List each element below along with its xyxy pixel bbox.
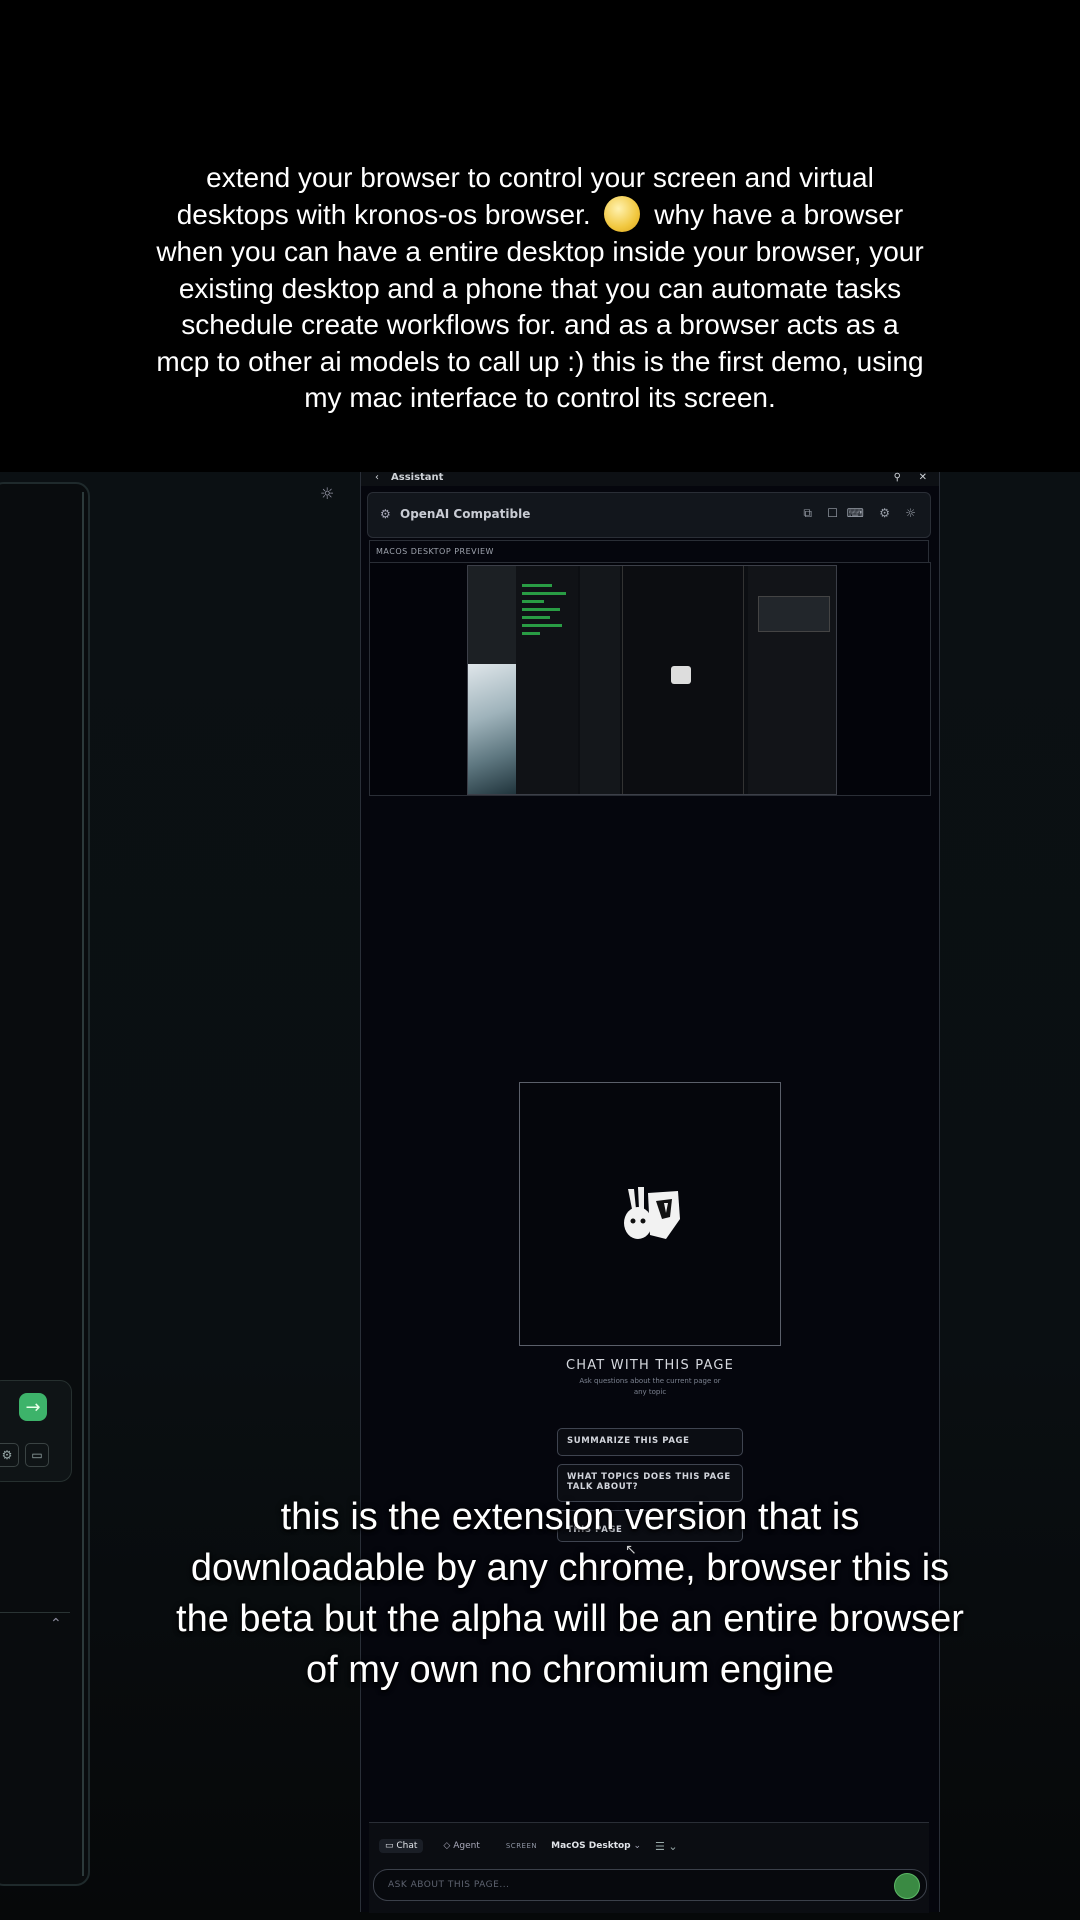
code-line: [522, 592, 566, 595]
assistant-titlebar: ‹ Assistant ⚲ ✕: [361, 472, 939, 486]
caption-top-line: my mac interface to control its screen.: [304, 382, 776, 414]
page-logo-box: [519, 1082, 781, 1346]
caption-bottom-line: of my own no chromium engine: [305, 1649, 835, 1691]
arrow-right-icon[interactable]: →: [19, 1393, 47, 1421]
preview-window: [622, 566, 744, 794]
preview-image: [468, 664, 516, 794]
assistant-panel: ‹ Assistant ⚲ ✕ ⚙ OpenAI Compatible ⧉ ☐ …: [360, 472, 940, 1913]
rabbit-logo-icon: [624, 1187, 680, 1239]
desktop-screen: → ⚙ ▭ ⌃ ☼ ‹ Assistant ⚲ ✕ ⚙ OpenAI Compa…: [0, 472, 1080, 1920]
left-sidebar-panel: [0, 482, 90, 1886]
left-input-card: → ⚙ ▭: [0, 1380, 72, 1482]
desktop-preview-screenshot: [467, 565, 837, 795]
close-icon[interactable]: ✕: [919, 472, 927, 483]
preview-window: [468, 566, 516, 794]
preview-window: [580, 566, 620, 794]
model-name[interactable]: OpenAI Compatible: [400, 507, 530, 521]
settings-icon[interactable]: ⚙: [879, 506, 890, 520]
mode-label: Chat: [396, 1841, 418, 1851]
mode-agent-tab[interactable]: ◇ Agent: [437, 1839, 485, 1853]
code-line: [522, 624, 562, 627]
screen-icon[interactable]: ▭: [25, 1443, 49, 1467]
caption-bottom-line: the beta but the alpha will be an entire…: [176, 1598, 964, 1640]
mode-label: Agent: [453, 1841, 480, 1851]
logo-icon: [671, 666, 691, 684]
assistant-title: Assistant: [391, 472, 444, 483]
code-line: [522, 600, 544, 603]
grinning-face-emoji-icon: [604, 196, 641, 233]
sun-icon[interactable]: ☼: [320, 484, 334, 503]
preview-window: [748, 566, 836, 794]
screen-label: SCREEN: [505, 1842, 538, 1850]
chevron-down-icon: ⌄: [633, 1841, 642, 1851]
caption-top-line: desktops with kronos-os browser. why hav…: [100, 196, 980, 235]
pin-icon[interactable]: ⚲: [894, 472, 901, 483]
caption-top-line: extend your browser to control your scre…: [206, 162, 874, 193]
code-line: [522, 584, 552, 587]
caption-top-line: mcp to other ai models to call up :) thi…: [156, 345, 924, 377]
model-header: ⚙ OpenAI Compatible ⧉ ☐ ⌨ ⚙ ☼: [367, 492, 931, 538]
chat-input-bar: ▭ Chat ◇ Agent SCREEN MacOS Desktop ⌄ ☰ …: [369, 1822, 929, 1913]
desktop-preview: [369, 562, 931, 796]
preview-terminal: [516, 566, 578, 794]
gear-chip-icon: ⚙: [380, 507, 391, 521]
divider: [0, 1612, 70, 1613]
send-button[interactable]: [894, 1873, 920, 1899]
chat-input[interactable]: [386, 1870, 880, 1900]
caption-top-segment: desktops with kronos-os browser.: [176, 198, 591, 230]
mode-row: ▭ Chat ◇ Agent SCREEN MacOS Desktop ⌄ ☰ …: [379, 1837, 678, 1855]
caption-top-line: when you can have a entire desktop insid…: [156, 236, 924, 268]
caption-bottom-line: downloadable by any chrome, browser this…: [190, 1547, 950, 1589]
code-line: [522, 632, 540, 635]
caption-top-line: schedule create workflows for. and as a …: [181, 309, 899, 341]
layers-icon[interactable]: ☰ ⌄: [655, 1840, 678, 1853]
chat-input-container: [373, 1869, 927, 1901]
caption-top: extend your browser to control your scre…: [100, 160, 980, 417]
external-link-icon[interactable]: ⧉: [803, 506, 812, 521]
sun-icon[interactable]: ☼: [905, 506, 916, 520]
square-icon[interactable]: ☐: [827, 506, 838, 520]
caption-bottom-line: this is the extension version that is: [280, 1496, 860, 1538]
mode-chat-tab[interactable]: ▭ Chat: [379, 1839, 424, 1853]
caption-bottom: this is the extension version that is do…: [110, 1492, 1030, 1696]
code-line: [522, 616, 550, 619]
panel-edge: [82, 492, 84, 1876]
chat-title: CHAT WITH THIS PAGE: [565, 1358, 735, 1373]
chat-subtitle: Ask questions about the current page or …: [579, 1377, 721, 1396]
preview-label: MACOS DESKTOP PREVIEW: [369, 540, 929, 562]
caption-top-segment: why have a browser: [654, 198, 904, 230]
gear-icon[interactable]: ⚙: [0, 1443, 19, 1467]
chevron-up-icon[interactable]: ⌃: [50, 1616, 62, 1632]
chevron-left-icon[interactable]: ‹: [375, 472, 379, 483]
caption-top-line: existing desktop and a phone that you ca…: [178, 272, 902, 304]
preview-window: [758, 596, 830, 632]
message-icon[interactable]: ⌨: [847, 506, 864, 520]
screen-select-value: MacOS Desktop: [551, 1841, 631, 1851]
code-line: [522, 608, 560, 611]
screen-select[interactable]: MacOS Desktop ⌄: [551, 1841, 641, 1851]
suggestion-button[interactable]: SUMMARIZE THIS PAGE: [557, 1428, 743, 1456]
